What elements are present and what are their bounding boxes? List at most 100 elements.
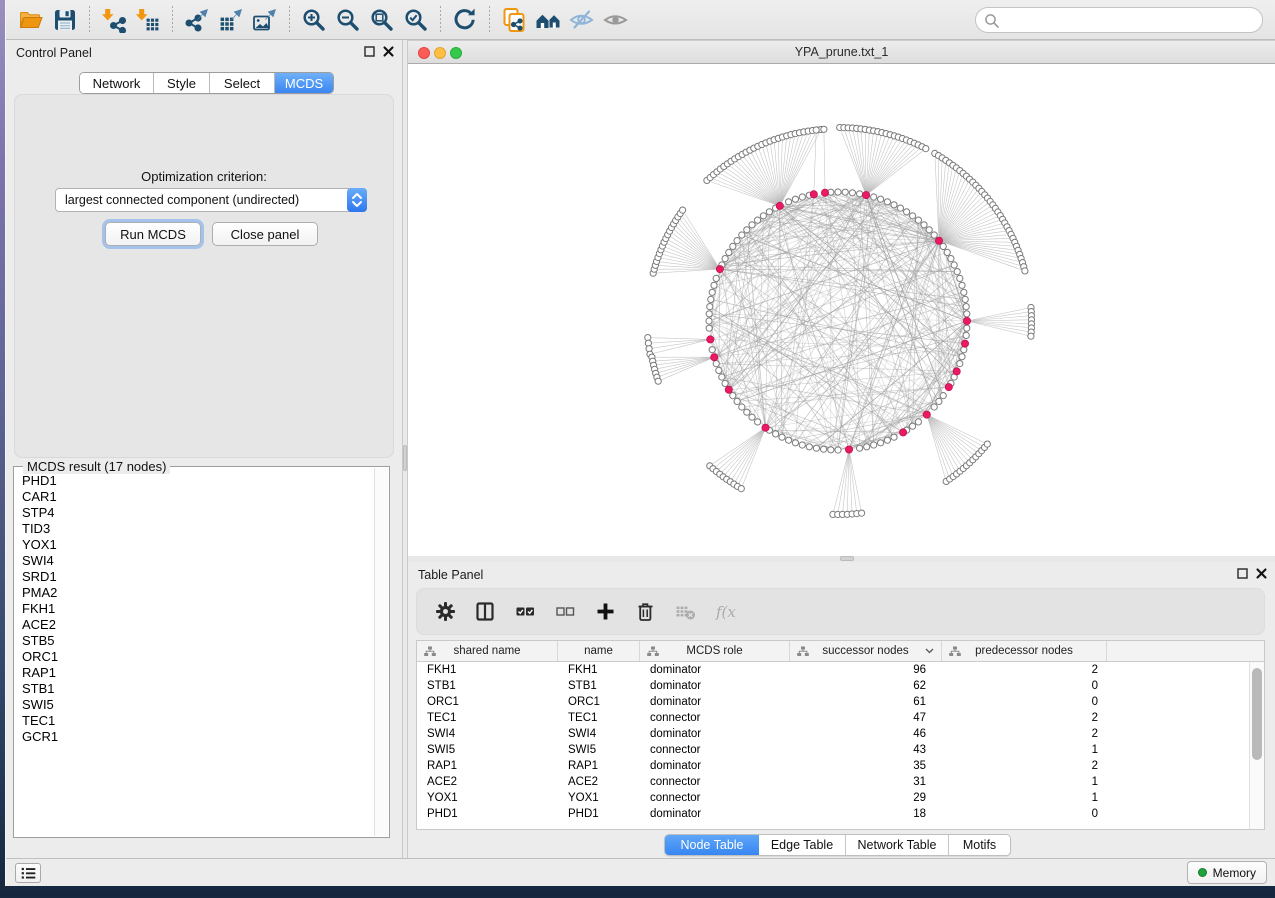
close-panel-icon[interactable]	[1256, 568, 1267, 579]
mcds-result-item[interactable]: TID3	[22, 521, 373, 537]
export-table-button[interactable]	[214, 4, 248, 36]
mcds-result-item[interactable]: TEC1	[22, 713, 373, 729]
cell-name: ORC1	[558, 694, 640, 710]
memory-button[interactable]: Memory	[1187, 861, 1267, 884]
run-mcds-button[interactable]: Run MCDS	[105, 222, 201, 246]
refresh-button[interactable]	[448, 4, 482, 36]
zoom-out-button[interactable]	[331, 4, 365, 36]
column-header-shared-name[interactable]: shared name	[417, 641, 558, 661]
cell-successor-nodes: 62	[790, 678, 942, 694]
column-header-MCDS-role[interactable]: MCDS role	[640, 641, 790, 661]
tab-style[interactable]: Style	[154, 73, 210, 93]
table-toolbar: f(x)	[416, 588, 1265, 635]
zoom-selected-button[interactable]	[399, 4, 433, 36]
table-row[interactable]: SWI4SWI4dominator462	[417, 726, 1264, 742]
cell-shared-name: SWI5	[417, 742, 558, 758]
cell-successor-nodes: 18	[790, 806, 942, 822]
tab-select[interactable]: Select	[210, 73, 275, 93]
first-neighbors-button[interactable]	[531, 4, 565, 36]
column-header-predecessor-nodes[interactable]: predecessor nodes	[942, 641, 1107, 661]
node-table: shared namename MCDS role successor node…	[416, 640, 1265, 830]
clone-network-button[interactable]	[497, 4, 531, 36]
tab-edge-table[interactable]: Edge Table	[759, 835, 846, 855]
table-row[interactable]: RAP1RAP1dominator352	[417, 758, 1264, 774]
columns-button[interactable]	[473, 600, 497, 624]
import-network-button[interactable]	[97, 4, 131, 36]
cell-predecessor-nodes: 2	[942, 726, 1107, 742]
mcds-result-item[interactable]: RAP1	[22, 665, 373, 681]
cell-shared-name: FKH1	[417, 662, 558, 678]
mcds-result-item[interactable]: ACE2	[22, 617, 373, 633]
mcds-result-item[interactable]: PHD1	[22, 473, 373, 489]
deselect-all-button[interactable]	[553, 600, 577, 624]
horizontal-splitter-grip[interactable]	[840, 556, 854, 561]
table-row[interactable]: FKH1FKH1dominator962	[417, 662, 1264, 678]
table-row[interactable]: STB1STB1dominator620	[417, 678, 1264, 694]
tab-motifs[interactable]: Motifs	[949, 835, 1010, 855]
mcds-result-scrollbar[interactable]	[374, 468, 388, 836]
optimization-criterion-select[interactable]: largest connected component (undirected)	[55, 188, 367, 212]
vertical-splitter-grip[interactable]	[403, 445, 407, 471]
mcds-result-item[interactable]: SWI5	[22, 697, 373, 713]
save-session-button[interactable]	[48, 4, 82, 36]
mcds-result-item[interactable]: SWI4	[22, 553, 373, 569]
table-row[interactable]: TEC1TEC1connector472	[417, 710, 1264, 726]
column-header-successor-nodes[interactable]: successor nodes	[790, 641, 942, 661]
tab-network-table[interactable]: Network Table	[846, 835, 949, 855]
cell-successor-nodes: 29	[790, 790, 942, 806]
close-panel-icon[interactable]	[383, 46, 394, 57]
mcds-result-item[interactable]: SRD1	[22, 569, 373, 585]
cell-shared-name: ACE2	[417, 774, 558, 790]
settings-button[interactable]	[433, 600, 457, 624]
hide-selected-button[interactable]	[565, 4, 599, 36]
export-network-button[interactable]	[180, 4, 214, 36]
network-view[interactable]	[408, 64, 1275, 556]
cell-successor-nodes: 46	[790, 726, 942, 742]
network-graph[interactable]	[408, 64, 1275, 556]
mcds-result-box: MCDS result (17 nodes) PHD1CAR1STP4TID3Y…	[13, 466, 390, 838]
export-image-icon	[252, 7, 278, 33]
tab-mcds[interactable]: MCDS	[275, 73, 333, 93]
table-row[interactable]: ACE2ACE2connector311	[417, 774, 1264, 790]
cell-name: PHD1	[558, 806, 640, 822]
network-window-titlebar[interactable]: YPA_prune.txt_1	[408, 40, 1275, 64]
mcds-result-item[interactable]: CAR1	[22, 489, 373, 505]
table-row[interactable]: SWI5SWI5connector431	[417, 742, 1264, 758]
mcds-result-item[interactable]: GCR1	[22, 729, 373, 745]
import-table-button[interactable]	[131, 4, 165, 36]
search-input[interactable]	[1004, 9, 1256, 31]
export-image-button[interactable]	[248, 4, 282, 36]
mcds-result-item[interactable]: PMA2	[22, 585, 373, 601]
tab-network[interactable]: Network	[80, 73, 154, 93]
mcds-result-item[interactable]: STP4	[22, 505, 373, 521]
task-history-button[interactable]	[15, 863, 41, 883]
node-table-scrollbar[interactable]	[1249, 662, 1264, 829]
table-row[interactable]: PHD1PHD1dominator180	[417, 806, 1264, 822]
float-panel-icon[interactable]	[364, 46, 375, 57]
mcds-result-item[interactable]: STB5	[22, 633, 373, 649]
table-row[interactable]: YOX1YOX1connector291	[417, 790, 1264, 806]
delete-button[interactable]	[633, 600, 657, 624]
float-panel-icon[interactable]	[1237, 568, 1248, 579]
application-window: Control Panel NetworkStyleSelectMCDS Opt…	[5, 0, 1275, 886]
mcds-result-item[interactable]: STB1	[22, 681, 373, 697]
node-table-body: FKH1FKH1dominator962STB1STB1dominator620…	[417, 662, 1264, 822]
scrollbar-thumb[interactable]	[1252, 668, 1262, 760]
show-all-button[interactable]	[599, 4, 633, 36]
mcds-result-list[interactable]: PHD1CAR1STP4TID3YOX1SWI4SRD1PMA2FKH1ACE2…	[14, 473, 373, 835]
open-file-button[interactable]	[14, 4, 48, 36]
tab-node-table[interactable]: Node Table	[665, 835, 759, 855]
mcds-result-item[interactable]: YOX1	[22, 537, 373, 553]
mcds-result-item[interactable]: FKH1	[22, 601, 373, 617]
table-tabs: Node TableEdge TableNetwork TableMotifs	[664, 834, 1011, 856]
mcds-result-item[interactable]: ORC1	[22, 649, 373, 665]
add-button[interactable]	[593, 600, 617, 624]
select-all-button[interactable]	[513, 600, 537, 624]
column-header-name[interactable]: name	[558, 641, 640, 661]
zoom-fit-button[interactable]	[365, 4, 399, 36]
zoom-in-button[interactable]	[297, 4, 331, 36]
table-row[interactable]: ORC1ORC1dominator610	[417, 694, 1264, 710]
cell-predecessor-nodes: 2	[942, 758, 1107, 774]
cell-successor-nodes: 43	[790, 742, 942, 758]
close-panel-button[interactable]: Close panel	[212, 222, 318, 246]
